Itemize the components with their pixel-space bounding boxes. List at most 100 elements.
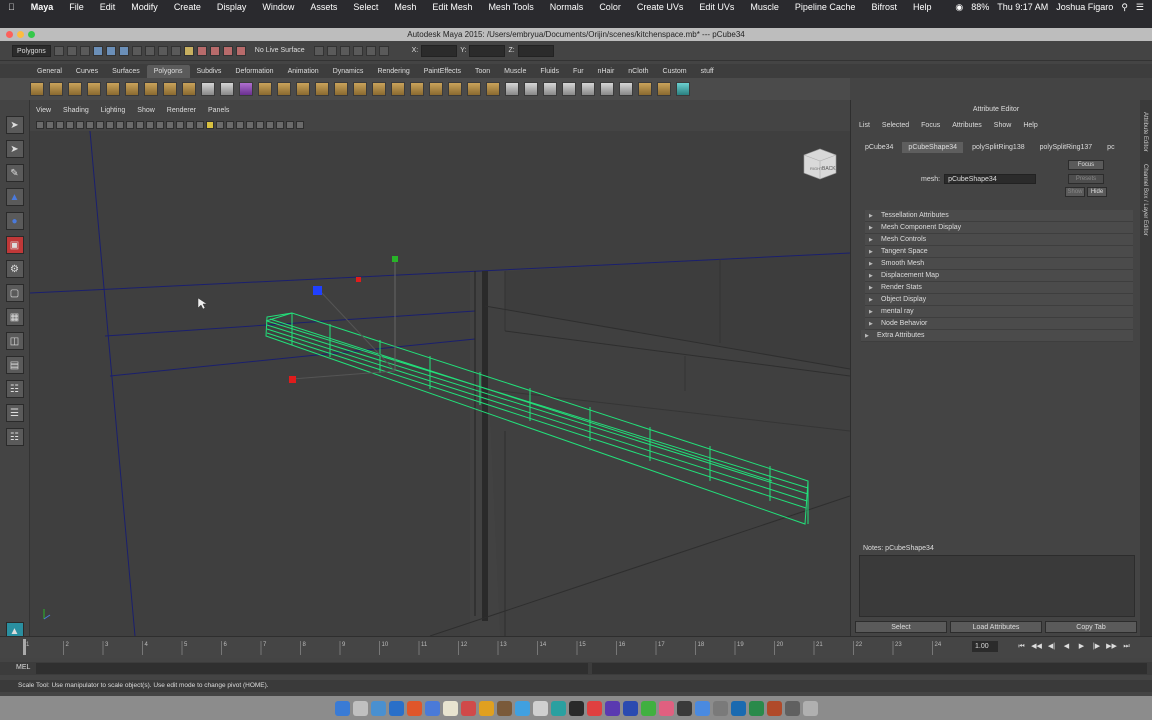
scale-tool-icon[interactable]: ▣	[5, 236, 24, 254]
uv-spherical-icon[interactable]	[543, 82, 557, 96]
history-icon[interactable]	[313, 45, 324, 56]
wireframe-icon[interactable]	[166, 120, 174, 129]
smooth-icon[interactable]	[239, 82, 253, 96]
ae-menu-selected[interactable]: Selected	[882, 122, 909, 129]
select-object-icon[interactable]	[105, 45, 116, 56]
ae-menu-help[interactable]: Help	[1023, 122, 1037, 129]
sew-uv-icon[interactable]	[619, 82, 633, 96]
calendar-icon[interactable]	[460, 700, 476, 716]
poly-plane-icon[interactable]	[106, 82, 120, 96]
section-tangent-space[interactable]: Tangent Space	[865, 246, 1133, 258]
shelf-tab-nhair[interactable]: nHair	[591, 65, 622, 78]
clock[interactable]: Thu 9:17 AM	[997, 2, 1048, 12]
field-chart-icon[interactable]	[136, 120, 144, 129]
system-preferences-icon[interactable]	[532, 700, 548, 716]
battery-level[interactable]: 88%	[971, 2, 989, 12]
poly-cylinder-icon[interactable]	[68, 82, 82, 96]
tab-polysplitring137[interactable]: polySplitRing137	[1034, 142, 1099, 153]
append-icon[interactable]	[296, 82, 310, 96]
depth-of-field-icon[interactable]	[286, 120, 294, 129]
step-back-key-icon[interactable]: ◀◀	[1031, 641, 1042, 652]
section-render-stats[interactable]: Render Stats	[865, 282, 1133, 294]
side-tab-channel-box[interactable]: Channel Box / Layer Editor	[1142, 164, 1148, 236]
extrude-icon[interactable]	[258, 82, 272, 96]
snap-curve-icon[interactable]	[196, 45, 207, 56]
uv-planar-icon[interactable]	[505, 82, 519, 96]
smooth-shade-icon[interactable]	[176, 120, 184, 129]
ae-menu-focus[interactable]: Focus	[921, 122, 940, 129]
safe-action-icon[interactable]	[146, 120, 154, 129]
shelf-tab-rendering[interactable]: Rendering	[370, 65, 416, 78]
menu-bifrost[interactable]: Bifrost	[863, 2, 905, 12]
spotlight-search-icon[interactable]: ⚲	[1121, 2, 1128, 13]
menu-edit[interactable]: Edit	[92, 2, 124, 12]
x-field[interactable]	[421, 44, 458, 57]
triangulate-icon[interactable]	[448, 82, 462, 96]
shelf-tab-fur[interactable]: Fur	[566, 65, 591, 78]
shelf-tab-stuff[interactable]: stuff	[694, 65, 721, 78]
menu-edit-uvs[interactable]: Edit UVs	[691, 2, 742, 12]
rotate-tool-icon[interactable]: ●	[5, 212, 24, 230]
wifi-icon[interactable]: ◉	[955, 2, 963, 13]
quadrangulate-icon[interactable]	[467, 82, 481, 96]
shelf-tab-polygons[interactable]: Polygons	[146, 64, 190, 78]
mask-vertex-icon[interactable]	[131, 45, 142, 56]
mask-uv-icon[interactable]	[170, 45, 181, 56]
menu-set-dropdown[interactable]: Polygons	[12, 44, 51, 57]
safe-title-icon[interactable]	[156, 120, 164, 129]
shelf-tab-deformation[interactable]: Deformation	[228, 65, 280, 78]
hypershade-icon[interactable]	[378, 45, 389, 56]
notification-center-icon[interactable]: ☰	[1136, 2, 1144, 13]
xray-joints-icon[interactable]	[236, 120, 244, 129]
launchpad-icon[interactable]	[352, 700, 368, 716]
camera-select-icon[interactable]	[36, 120, 44, 129]
step-forward-key-icon[interactable]: ▶▶	[1106, 641, 1117, 652]
gate-mask-icon[interactable]	[126, 120, 134, 129]
graph-editor-layout-icon[interactable]: ☰	[5, 404, 24, 422]
two-view-stacked-layout-icon[interactable]: ▤	[5, 356, 24, 374]
shelf-tab-subdivs[interactable]: Subdivs	[190, 65, 229, 78]
step-back-frame-icon[interactable]: ◀|	[1046, 641, 1057, 652]
maya-dock-icon[interactable]	[550, 700, 566, 716]
offset-edge-loop-icon[interactable]	[391, 82, 405, 96]
photos-icon[interactable]	[478, 700, 494, 716]
shelf-tab-general[interactable]: General	[30, 65, 69, 78]
ae-menu-list[interactable]: List	[859, 122, 870, 129]
split-polygon-icon[interactable]	[353, 82, 367, 96]
menu-display[interactable]: Display	[209, 2, 255, 12]
powerpoint-icon[interactable]	[766, 700, 782, 716]
photoshop-icon[interactable]	[622, 700, 638, 716]
firefox-icon[interactable]	[406, 700, 422, 716]
select-hierarchy-icon[interactable]	[92, 45, 103, 56]
select-button[interactable]: Select	[855, 621, 947, 633]
menu-color[interactable]: Color	[591, 2, 629, 12]
insert-edge-loop-icon[interactable]	[372, 82, 386, 96]
menu-window[interactable]: Window	[254, 2, 302, 12]
two-view-side-layout-icon[interactable]: ◫	[5, 332, 24, 350]
snap-point-icon[interactable]	[209, 45, 220, 56]
safari-icon[interactable]	[388, 700, 404, 716]
excel-icon[interactable]	[748, 700, 764, 716]
reverse-normals-icon[interactable]	[638, 82, 652, 96]
mask-face-icon[interactable]	[157, 45, 168, 56]
shelf-tab-painteffects[interactable]: PaintEffects	[417, 65, 468, 78]
aftereffects-icon[interactable]	[604, 700, 620, 716]
go-to-start-icon[interactable]: ⏮	[1016, 641, 1027, 652]
apple-menu-icon[interactable]: 	[0, 2, 23, 12]
shelf-tab-muscle[interactable]: Muscle	[497, 65, 533, 78]
last-tool-icon[interactable]: ⚙	[5, 260, 24, 278]
preview-icon[interactable]	[712, 700, 728, 716]
snap-plane-icon[interactable]	[222, 45, 233, 56]
grease-pencil-icon[interactable]	[86, 120, 94, 129]
poly-torus-icon[interactable]	[125, 82, 139, 96]
terminal-icon[interactable]	[568, 700, 584, 716]
menu-mesh[interactable]: Mesh	[386, 2, 424, 12]
bridge-icon[interactable]	[277, 82, 291, 96]
motion-blur-icon[interactable]	[266, 120, 274, 129]
menu-modify[interactable]: Modify	[123, 2, 166, 12]
shelf-tab-surfaces[interactable]: Surfaces	[105, 65, 147, 78]
ae-menu-show[interactable]: Show	[994, 122, 1012, 129]
shelf-tab-curves[interactable]: Curves	[69, 65, 105, 78]
isolate-select-icon[interactable]	[246, 120, 254, 129]
itunes-icon[interactable]	[586, 700, 602, 716]
